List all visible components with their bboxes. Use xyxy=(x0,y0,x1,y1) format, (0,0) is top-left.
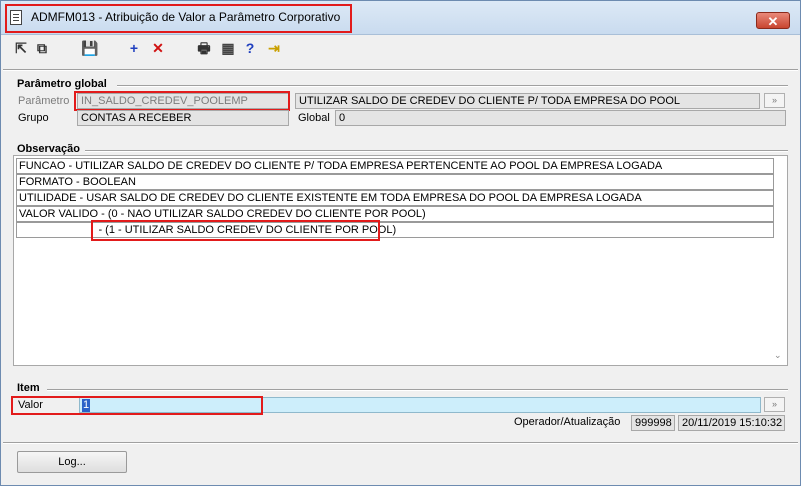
grupo-field: CONTAS A RECEBER xyxy=(77,110,289,126)
save-icon[interactable]: 💾 xyxy=(81,39,99,57)
global-label: Global xyxy=(298,112,330,124)
observacao-line: FORMATO - BOOLEAN xyxy=(16,174,774,190)
calculator-icon[interactable]: ▦ xyxy=(219,39,237,57)
observacao-line: UTILIDADE - USAR SALDO DE CREDEV DO CLIE… xyxy=(16,190,774,206)
valor-1-highlight-box xyxy=(91,220,380,241)
valor-lookup-button[interactable]: » xyxy=(764,397,785,412)
valor-highlight-box xyxy=(11,396,263,415)
exit-icon[interactable]: ⇥ xyxy=(265,39,283,57)
operador-field: 999998 xyxy=(631,415,675,431)
print-icon[interactable]: 🖶 xyxy=(195,39,213,57)
observacao-title: Observação xyxy=(17,143,80,155)
scroll-down-icon[interactable]: ⌄ xyxy=(774,350,782,361)
observacao-textarea[interactable]: FUNCAO - UTILIZAR SALDO DE CREDEV DO CLI… xyxy=(13,155,788,366)
close-button[interactable]: ✕ xyxy=(756,12,790,29)
toolbar: ⇱ ⧉ 💾 + ✕ 🖶 ▦ ? ⇥ xyxy=(1,35,800,63)
operador-label: Operador/Atualização xyxy=(514,416,621,428)
group-divider xyxy=(117,85,788,87)
copy-records-icon[interactable]: ⧉ xyxy=(33,39,51,57)
grupo-label: Grupo xyxy=(18,112,49,124)
help-icon[interactable]: ? xyxy=(241,39,259,57)
group-divider xyxy=(47,389,788,391)
parametro-highlight-box xyxy=(74,91,290,111)
first-record-icon[interactable]: ⇱ xyxy=(12,39,30,57)
observacao-line: FUNCAO - UTILIZAR SALDO DE CREDEV DO CLI… xyxy=(16,158,774,174)
parametro-global-title: Parâmetro global xyxy=(17,78,107,90)
title-highlight-box xyxy=(5,4,352,33)
atualizacao-field: 20/11/2019 15:10:32 xyxy=(678,415,785,431)
item-title: Item xyxy=(17,382,40,394)
global-field: 0 xyxy=(335,110,786,126)
parametro-label: Parâmetro xyxy=(18,95,70,107)
group-divider xyxy=(85,150,788,152)
log-button[interactable]: Log... xyxy=(17,451,127,473)
parametro-description-field: UTILIZAR SALDO DE CREDEV DO CLIENTE P/ T… xyxy=(295,93,760,109)
delete-icon[interactable]: ✕ xyxy=(149,39,167,57)
dialog-window: ADMFM013 - Atribuição de Valor a Parâmet… xyxy=(0,0,801,486)
parametro-lookup-button[interactable]: » xyxy=(764,93,785,108)
toolbar-separator xyxy=(3,69,798,71)
footer-divider xyxy=(3,442,798,444)
add-icon[interactable]: + xyxy=(125,39,143,57)
